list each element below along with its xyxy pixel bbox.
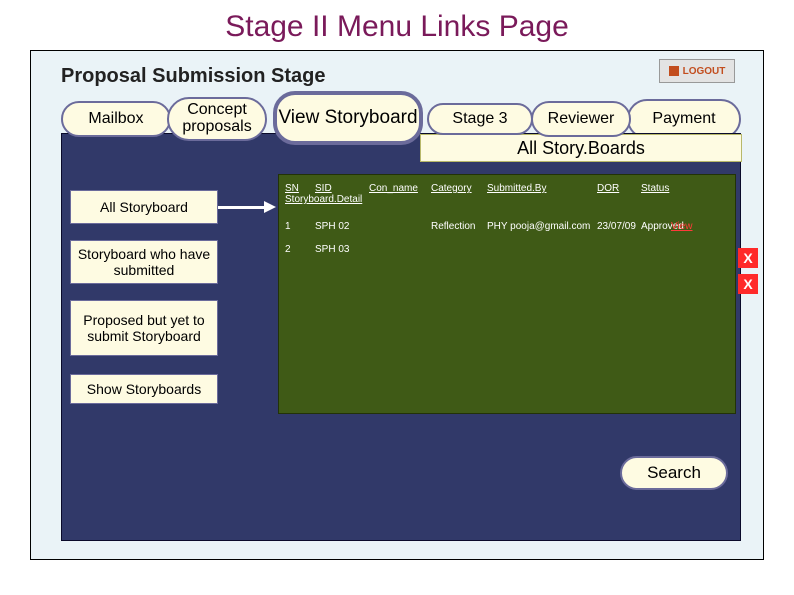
cell-dor: 23/07/09 [597, 221, 641, 232]
col-dor: DOR [597, 183, 641, 194]
nav-stage3-label: Stage 3 [452, 111, 507, 128]
delete-row-button[interactable]: X [738, 274, 758, 294]
banner-all-storyboards: All Story.Boards [420, 134, 742, 162]
arrow-icon [218, 202, 278, 212]
col-category: Category [431, 183, 487, 194]
nav-reviewer-label: Reviewer [548, 111, 615, 128]
sidebar-label-submitted: Storyboard who have submitted [77, 246, 211, 278]
search-button[interactable]: Search [620, 456, 728, 490]
nav-payment-label: Payment [652, 111, 715, 128]
stage-label: Proposal Submission Stage [61, 65, 326, 88]
main-panel: All Story.Boards All Storyboard Storyboa… [61, 133, 741, 541]
cell-cat: Reflection [431, 221, 487, 232]
sidebar-item-show[interactable]: Show Storyboards [70, 374, 218, 404]
col-status: Status [641, 183, 689, 194]
sidebar-item-proposed[interactable]: Proposed but yet to submit Storyboard [70, 300, 218, 356]
nav-mailbox-label: Mailbox [88, 111, 143, 128]
nav-concept[interactable]: Concept proposals [167, 97, 267, 141]
sidebar-item-submitted[interactable]: Storyboard who have submitted [70, 240, 218, 284]
sidebar-label-show: Show Storyboards [87, 381, 201, 397]
cell-sid: SPH 02 [315, 221, 369, 232]
nav-stage3[interactable]: Stage 3 [427, 103, 533, 135]
nav-mailbox[interactable]: Mailbox [61, 101, 171, 137]
col-con-name: Con_name [369, 183, 431, 194]
nav-reviewer[interactable]: Reviewer [531, 101, 631, 137]
delete-row-button[interactable]: X [738, 248, 758, 268]
col-sid: SID [315, 183, 369, 194]
cell-sn: 1 [285, 221, 315, 232]
col-submitted-by: Submitted.By [487, 183, 597, 194]
slide-canvas: Proposal Submission Stage LOGOUT Mailbox… [30, 50, 764, 560]
logout-button[interactable]: LOGOUT [659, 59, 735, 83]
nav-view-storyboard[interactable]: View Storyboard [273, 91, 423, 145]
search-label: Search [647, 463, 701, 483]
logout-icon [669, 66, 679, 76]
table-header-row: SN SID Con_name Category Submitted.By DO… [279, 175, 735, 194]
storyboard-table: SN SID Con_name Category Submitted.By DO… [278, 174, 736, 414]
logout-label: LOGOUT [683, 66, 726, 77]
nav-view-label: View Storyboard [278, 108, 417, 128]
col-sn: SN [285, 183, 315, 194]
cell-sn: 2 [285, 244, 315, 255]
nav-concept-label: Concept proposals [169, 102, 265, 136]
sidebar-item-all-storyboard[interactable]: All Storyboard [70, 190, 218, 224]
sidebar-label-all: All Storyboard [100, 199, 188, 215]
cell-sub: PHY pooja@gmail.com [487, 221, 597, 232]
sidebar-label-proposed: Proposed but yet to submit Storyboard [77, 312, 211, 344]
page-title: Stage II Menu Links Page [0, 0, 794, 50]
cell-sid: SPH 03 [315, 244, 369, 255]
view-link[interactable]: View [671, 221, 693, 232]
table-row: 1 SPH 02 Reflection PHY pooja@gmail.com … [279, 215, 735, 238]
table-subheader: Storyboard.Detail [279, 194, 735, 215]
table-row: 2 SPH 03 [279, 238, 735, 261]
